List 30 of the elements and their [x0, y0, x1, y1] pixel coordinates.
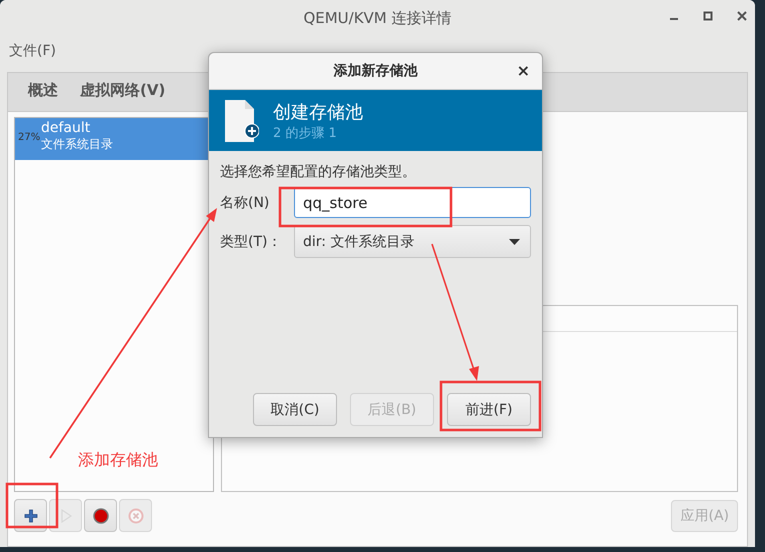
name-field[interactable]: qq_store	[294, 187, 531, 218]
record-icon	[92, 508, 108, 524]
annotation-label: 添加存储池	[78, 450, 158, 471]
maximize-icon[interactable]	[703, 11, 713, 21]
close-button[interactable]: ×	[514, 61, 532, 80]
type-dropdown[interactable]: dir: 文件系统目录	[294, 225, 531, 258]
window-title: QEMU/KVM 连接详情	[303, 8, 452, 28]
dialog-button[interactable]: 取消(C)	[253, 393, 337, 426]
play-icon	[60, 508, 72, 522]
plus-icon	[24, 508, 38, 522]
field-label: 类型(T)：	[220, 232, 282, 250]
dialog-button[interactable]: 前进(F)	[447, 393, 531, 426]
stop-pool-button[interactable]	[84, 499, 117, 532]
usage-percent: 27%	[18, 132, 41, 143]
menu-item[interactable]: 文件(F)	[9, 42, 56, 60]
step-indicator: 2 的步骤 1	[273, 124, 338, 142]
close-icon[interactable]	[737, 11, 747, 21]
add-pool-button[interactable]	[14, 499, 47, 532]
tab[interactable]: 概述	[28, 73, 58, 111]
new-file-icon	[223, 98, 259, 142]
field-label: 名称(N)	[220, 194, 270, 212]
delete-icon	[128, 508, 144, 524]
pool-name: default	[41, 120, 92, 136]
pool-type: 文件系统目录	[41, 136, 113, 153]
caret-icon	[509, 238, 520, 244]
banner-title: 创建存储池	[273, 100, 363, 124]
highlight-box	[6, 482, 58, 528]
dialog-title: 添加新存储池	[334, 62, 418, 80]
instruction-text: 选择您希望配置的存储池类型。	[220, 163, 417, 181]
tab[interactable]: 虚拟网络(V)	[80, 73, 166, 111]
